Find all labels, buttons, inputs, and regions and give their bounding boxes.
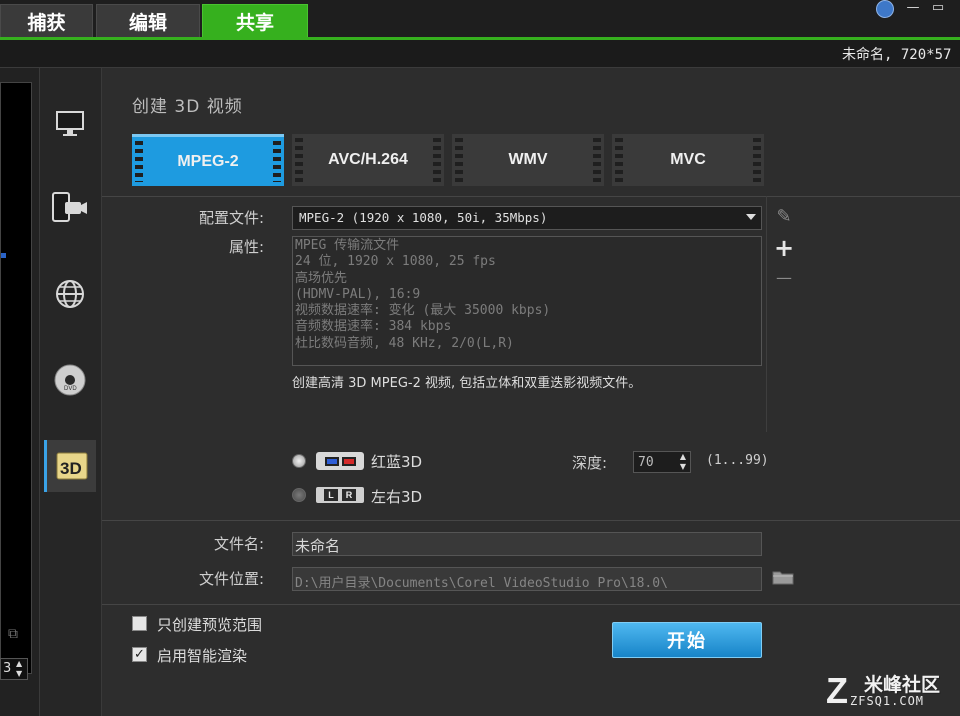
side-by-side-icon: L R [316, 487, 364, 503]
profile-select[interactable]: MPEG-2 (1920 x 1080, 50i, 35Mbps) [292, 206, 762, 230]
format-mvc-button[interactable]: MVC [612, 134, 764, 186]
left-badge: L [324, 489, 338, 501]
project-info: 未命名, 720*57 [842, 47, 952, 63]
divider [102, 520, 960, 521]
property-line: 音频数据速率: 384 kbps [295, 319, 452, 335]
maximize-button[interactable]: ▭ [930, 0, 946, 16]
preview-panel: ⧉ 3 ▲ ▼ [0, 68, 40, 716]
profile-label: 配置文件: [198, 209, 264, 227]
properties-label: 属性: [228, 238, 264, 256]
property-line: 杜比数码音频, 48 KHz, 2/0(L,R) [295, 335, 514, 351]
format-avc-button[interactable]: AVC/H.264 [292, 134, 444, 186]
3d-icon: 3D [56, 452, 87, 480]
svg-text:3D: 3D [60, 459, 82, 478]
divider [766, 196, 767, 432]
divider [102, 604, 960, 605]
add-profile-icon[interactable]: + [774, 236, 794, 260]
minimize-button[interactable]: — [905, 0, 921, 16]
smart-render-checkbox[interactable]: ✓ [132, 647, 147, 662]
property-line: 24 位, 1920 x 1080, 25 fps [295, 254, 496, 270]
file-location-label: 文件位置: [198, 570, 264, 588]
format-mpeg2-button[interactable]: MPEG-2 [132, 134, 284, 186]
property-line: 视频数据速率: 变化 (最大 35000 kbps) [295, 303, 551, 319]
sidebar-item-disc[interactable]: DVD [44, 354, 96, 406]
copy-icon[interactable]: ⧉ [8, 626, 26, 644]
folder-icon[interactable] [772, 569, 794, 585]
anaglyph-label: 红蓝3D [371, 453, 423, 471]
format-wmv-button[interactable]: WMV [452, 134, 604, 186]
anaglyph-radio[interactable] [292, 454, 306, 468]
depth-value: 70 [638, 455, 654, 470]
svg-text:DVD: DVD [64, 386, 77, 392]
language-globe-icon[interactable] [876, 0, 894, 18]
preview-marker [1, 253, 6, 258]
file-name-input[interactable]: 未命名 [292, 532, 762, 556]
project-info-bar: 未命名, 720*57 [0, 40, 960, 68]
depth-range: (1...99) [706, 453, 769, 468]
preview-range-label: 只创建预览范围 [157, 616, 263, 634]
dvd-disc-icon: DVD [54, 364, 86, 396]
preview-range-checkbox[interactable] [132, 616, 147, 631]
timecode-value: 3 [3, 661, 12, 676]
property-line: 高场优先 [295, 270, 348, 286]
file-location-input[interactable]: D:\用户目录\Documents\Corel VideoStudio Pro\… [292, 567, 762, 591]
start-button[interactable]: 开始 [612, 622, 762, 658]
sidebar-item-device[interactable] [44, 182, 96, 234]
tab-edit[interactable]: 编辑 [96, 4, 200, 38]
depth-stepper-icon[interactable]: ▲ ▼ [676, 452, 690, 472]
side-by-side-label: 左右3D [371, 488, 423, 506]
chevron-down-icon[interactable] [746, 214, 756, 220]
remove-profile-icon[interactable]: — [774, 268, 794, 288]
timecode-stepper[interactable]: 3 ▲ ▼ [0, 658, 28, 680]
property-line: MPEG 传输流文件 [295, 238, 400, 253]
sidebar-item-3d[interactable]: 3D [44, 440, 96, 492]
preview-screen [0, 82, 32, 674]
properties-box: MPEG 传输流文件 24 位, 1920 x 1080, 25 fps 高场优… [292, 236, 762, 366]
top-tab-bar: 捕获 编辑 共享 — ▭ [0, 0, 960, 38]
depth-label: 深度: [572, 454, 608, 472]
share-category-sidebar: DVD 3D [40, 68, 102, 716]
anaglyph-glasses-icon [316, 452, 364, 470]
smart-render-label: 启用智能渲染 [157, 647, 248, 665]
right-badge: R [342, 489, 356, 501]
watermark-text: 米峰社区 [864, 674, 941, 696]
watermark-letter: Z [826, 670, 848, 711]
watermark-url: ZFSQ1.COM [850, 694, 925, 708]
property-line: (HDMV-PAL), 16:9 [295, 286, 421, 302]
sidebar-item-computer[interactable] [44, 98, 96, 150]
edit-profile-icon[interactable]: ✎ [774, 207, 794, 227]
stepper-arrows-icon[interactable]: ▲ ▼ [16, 659, 22, 679]
monitor-icon [56, 111, 84, 136]
side-by-side-radio[interactable] [292, 488, 306, 502]
tab-capture[interactable]: 捕获 [0, 4, 93, 38]
tab-share[interactable]: 共享 [202, 4, 308, 38]
file-name-label: 文件名: [213, 535, 264, 553]
globe-icon [56, 280, 84, 308]
sidebar-item-web[interactable] [44, 268, 96, 320]
mobile-device-icon [52, 192, 87, 222]
divider [102, 196, 960, 197]
watermark-logo: Z 米峰社区 ZFSQ1.COM [826, 670, 956, 712]
format-description: 创建高清 3D MPEG-2 视频, 包括立体和双重迭影视频文件。 [292, 376, 642, 391]
section-title: 创建 3D 视频 [132, 97, 243, 117]
